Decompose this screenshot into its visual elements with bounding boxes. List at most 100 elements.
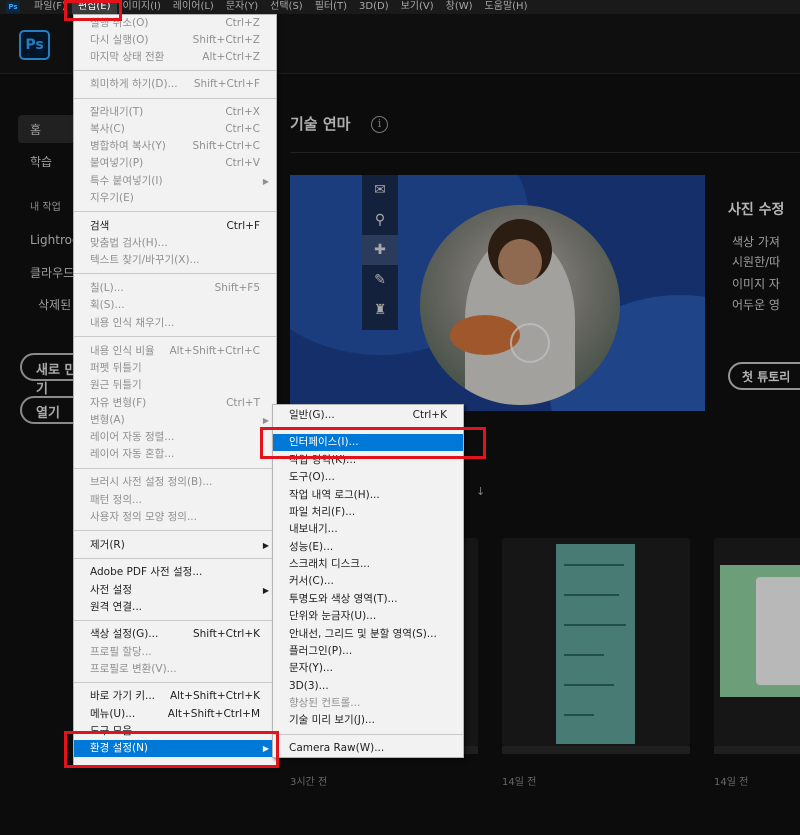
submenu-item-3d[interactable]: 3D(3)... [273, 678, 463, 695]
menu-file[interactable]: 파일(F) [28, 0, 72, 14]
menu-item-copy[interactable]: 복사(C) Ctrl+C [74, 121, 276, 138]
hero-image[interactable]: ✉ ⚲ ✚ ✎ ♜ [290, 175, 705, 411]
menu-type[interactable]: 문자(Y) [220, 0, 264, 14]
menu-item-auto-blend-layers[interactable]: 레이어 자동 혼합... [74, 446, 276, 463]
menu-item-fade[interactable]: 희미하게 하기(D)... Shift+Ctrl+F [74, 76, 276, 93]
nav-home[interactable]: 홈 [18, 115, 78, 143]
menu-item-search[interactable]: 검색 Ctrl+F [74, 218, 276, 235]
submenu-item-camera-raw[interactable]: Camera Raw(W)... [273, 740, 463, 757]
recent-time-label: 3시간 전 [290, 777, 328, 788]
menu-item-assign-profile[interactable]: 프로필 할당... [74, 644, 276, 661]
submenu-item-interface[interactable]: 인터페이스(I)... [273, 434, 463, 451]
info-icon[interactable]: i [371, 116, 388, 133]
menu-item-define-custom-shape[interactable]: 사용자 정의 모양 정의... [74, 509, 276, 526]
submenu-item-general[interactable]: 일반(G)... Ctrl+K [273, 407, 463, 424]
thumbnail-diagram-preview [556, 544, 635, 744]
submenu-item-scratch-disks[interactable]: 스크래치 디스크... [273, 556, 463, 573]
submenu-item-workspace[interactable]: 작업 영역(K)... [273, 452, 463, 469]
recent-time-label: 14일 전 [714, 777, 749, 788]
menu-item-find-replace-text[interactable]: 텍스트 찾기/바꾸기(X)... [74, 252, 276, 269]
submenu-item-performance[interactable]: 성능(E)... [273, 539, 463, 556]
nav-learn[interactable]: 학습 [30, 153, 52, 170]
menu-separator [74, 98, 276, 99]
submenu-item-enhanced-controls[interactable]: 향상된 컨트롤... [273, 695, 463, 712]
menu-item-presets[interactable]: 사전 설정 ▶ [74, 582, 276, 599]
menu-item-redo[interactable]: 다시 실행(O) Shift+Ctrl+Z [74, 32, 276, 49]
menu-separator [74, 530, 276, 531]
menu-separator [74, 620, 276, 621]
menu-item-free-transform[interactable]: 자유 변형(F) Ctrl+T [74, 395, 276, 412]
submenu-item-technology-previews[interactable]: 기술 미리 보기(J)... [273, 712, 463, 729]
menu-item-define-pattern[interactable]: 패턴 정의... [74, 492, 276, 509]
menu-item-remote-connections[interactable]: 원격 연결... [74, 599, 276, 616]
submenu-item-units-rulers[interactable]: 단위와 눈금자(U)... [273, 608, 463, 625]
menu-item-fill[interactable]: 칠(L)... Shift+F5 [74, 280, 276, 297]
menu-item-paste[interactable]: 붙여넣기(P) Ctrl+V [74, 155, 276, 172]
menu-item-clear[interactable]: 지우기(E) [74, 190, 276, 207]
submenu-arrow-icon: ▶ [262, 416, 269, 425]
menu-item-transform[interactable]: 변형(A) ▶ [74, 412, 276, 429]
menu-window[interactable]: 창(W) [440, 0, 479, 14]
menu-image[interactable]: 이미지(I) [117, 0, 167, 14]
menu-item-convert-to-profile[interactable]: 프로필로 변환(V)... [74, 661, 276, 678]
submenu-item-file-handling[interactable]: 파일 처리(F)... [273, 504, 463, 521]
menu-select[interactable]: 선택(S) [264, 0, 309, 14]
menu-separator [74, 211, 276, 212]
menu-item-keyboard-shortcuts[interactable]: 바로 가기 키... Alt+Shift+Ctrl+K [74, 688, 276, 705]
menu-edit[interactable]: 편집(E) [71, 0, 117, 14]
envelope-icon: ✉ [374, 182, 386, 198]
menu-3d[interactable]: 3D(D) [353, 0, 395, 14]
submenu-item-guides-grid-slices[interactable]: 안내선, 그리드 및 분할 영역(S)... [273, 626, 463, 643]
submenu-item-plugins[interactable]: 플러그인(P)... [273, 643, 463, 660]
menu-item-check-spelling[interactable]: 맞춤법 검사(H)... [74, 235, 276, 252]
divider [290, 152, 800, 153]
nav-deleted[interactable]: 삭제된 [38, 296, 71, 313]
hero-photo [420, 205, 620, 405]
first-tutorial-button[interactable]: 첫 튜토리 [728, 362, 800, 390]
nav-cloud[interactable]: 클라우드 [30, 264, 74, 281]
menu-item-perspective-warp[interactable]: 원근 뒤틀기 [74, 377, 276, 394]
menu-item-auto-align-layers[interactable]: 레이어 자동 정렬... [74, 429, 276, 446]
sort-arrow-icon[interactable]: ↓ [476, 485, 485, 498]
edit-menu: 실행 취소(O) Ctrl+Z 다시 실행(O) Shift+Ctrl+Z 마지막 … [73, 14, 277, 766]
submenu-item-history-log[interactable]: 작업 내역 로그(H)... [273, 487, 463, 504]
menu-item-puppet-warp[interactable]: 퍼펫 뒤틀기 [74, 360, 276, 377]
menu-item-stroke[interactable]: 획(S)... [74, 297, 276, 314]
nav-my-work-heading: 내 작업 [30, 202, 61, 213]
eyedropper-icon: ⚲ [374, 212, 386, 228]
hero-bullet: 이미지 자 [732, 277, 780, 291]
hero-flowers [450, 315, 520, 355]
menu-separator [273, 734, 463, 735]
menu-item-cut[interactable]: 잘라내기(T) Ctrl+X [74, 104, 276, 121]
recent-time-label: 14일 전 [502, 777, 537, 788]
menu-separator [74, 558, 276, 559]
menu-help[interactable]: 도움말(H) [479, 0, 534, 14]
menu-layer[interactable]: 레이어(L) [167, 0, 220, 14]
menu-item-toolbar[interactable]: 도구 모음... [74, 723, 276, 740]
brush-icon: ✎ [374, 272, 386, 288]
menu-item-purge[interactable]: 제거(R) ▶ [74, 537, 276, 554]
menu-item-define-brush[interactable]: 브러시 사전 설정 정의(B)... [74, 474, 276, 491]
hero-bullet: 어두운 영 [732, 298, 780, 312]
menu-item-content-aware-scale[interactable]: 내용 인식 비율 Alt+Shift+Ctrl+C [74, 343, 276, 360]
submenu-item-export[interactable]: 내보내기... [273, 521, 463, 538]
submenu-item-transparency-gamut[interactable]: 투명도와 색상 영역(T)... [273, 591, 463, 608]
submenu-arrow-icon: ▶ [262, 744, 269, 753]
menu-filter[interactable]: 필터(T) [309, 0, 353, 14]
submenu-item-cursors[interactable]: 커서(C)... [273, 573, 463, 590]
menu-view[interactable]: 보기(V) [395, 0, 440, 14]
menu-item-paste-special[interactable]: 특수 붙여넣기(I) ▶ [74, 173, 276, 190]
menu-item-toggle-last-state[interactable]: 마지막 상태 전환 Alt+Ctrl+Z [74, 49, 276, 66]
menu-item-copy-merged[interactable]: 병합하여 복사(Y) Shift+Ctrl+C [74, 138, 276, 155]
menu-item-color-settings[interactable]: 색상 설정(G)... Shift+Ctrl+K [74, 626, 276, 643]
menu-item-preferences[interactable]: 환경 설정(N) ▶ [74, 740, 276, 757]
menu-item-content-aware-fill[interactable]: 내용 인식 채우기... [74, 315, 276, 332]
menu-separator [74, 336, 276, 337]
menu-item-menus[interactable]: 메뉴(U)... Alt+Shift+Ctrl+M [74, 706, 276, 723]
menu-item-undo[interactable]: 실행 취소(O) Ctrl+Z [74, 15, 276, 32]
menu-item-adobe-pdf-presets[interactable]: Adobe PDF 사전 설정... [74, 564, 276, 581]
thumbnail-shadow [502, 746, 690, 754]
submenu-item-type[interactable]: 문자(Y)... [273, 660, 463, 677]
submenu-item-tools[interactable]: 도구(O)... [273, 469, 463, 486]
stamp-icon: ♜ [373, 302, 387, 318]
